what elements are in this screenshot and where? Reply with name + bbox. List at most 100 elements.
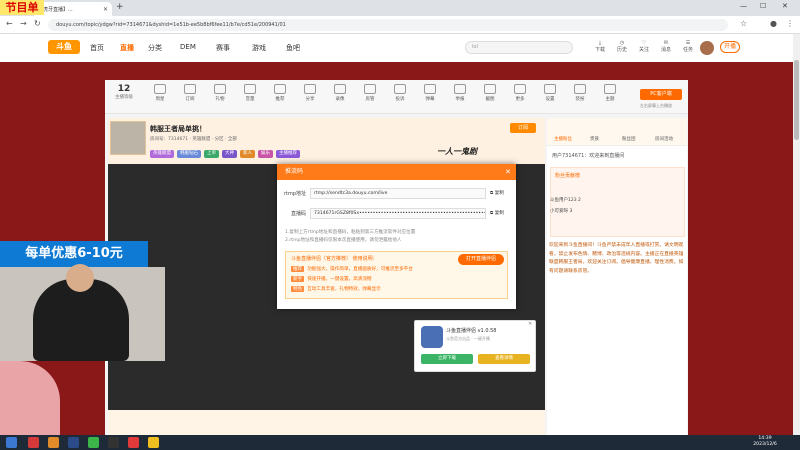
app-detail-button[interactable]: 查看详情 [478, 354, 530, 364]
url-field[interactable]: douyu.com/topic/ydgw?rid=7314671&dyshid=… [48, 19, 728, 31]
close-icon[interactable]: ✕ [505, 164, 511, 180]
room-tag[interactable]: 上单 [204, 150, 219, 158]
tab-fans[interactable]: 主播粉丝 [554, 136, 572, 142]
nav-dem[interactable]: DEM [180, 43, 196, 51]
pc-client-button[interactable]: PC客户端 [640, 89, 682, 100]
room-tag[interactable]: 娱乐 [258, 150, 273, 158]
nav-live[interactable]: 直播 [120, 43, 134, 53]
toolbar-icon [244, 84, 256, 94]
open-companion-button[interactable]: 打开直播伴侣 [458, 254, 504, 265]
download-app-button[interactable]: 立即下载 [421, 354, 473, 364]
app-icon [421, 326, 443, 348]
toolbar-item[interactable]: 房管 [356, 84, 384, 102]
nav-yuba[interactable]: 鱼吧 [286, 43, 300, 53]
user-avatar[interactable] [700, 41, 714, 55]
nav-games[interactable]: 游戏 [252, 43, 266, 53]
toolbar-item[interactable]: 装扮 [566, 84, 594, 102]
forward-icon[interactable]: → [20, 19, 27, 28]
toolbar-item[interactable]: 礼物 [206, 84, 234, 102]
modal-title: 推流码 [277, 164, 516, 180]
toolbar-icon [604, 84, 616, 94]
toolbar-item[interactable]: 投诉 [386, 84, 414, 102]
overlay-mark: 节目单 [0, 0, 44, 15]
back-icon[interactable]: ← [6, 19, 13, 28]
app-icon[interactable] [128, 437, 139, 448]
close-icon[interactable]: ✕ [528, 321, 532, 327]
room-tag[interactable]: 大神 [222, 150, 237, 158]
close-icon[interactable]: ✕ [103, 6, 108, 13]
tab-activity[interactable]: 房间活动 [655, 136, 673, 142]
toolbar-icon [274, 84, 286, 94]
toolbar-icon [484, 84, 496, 94]
toolbar-label: 设置 [545, 97, 555, 102]
toolbar-item[interactable]: 截图 [476, 84, 504, 102]
download-icon[interactable]: ⤓ 下载 [590, 40, 610, 53]
scrollbar-thumb[interactable] [794, 60, 799, 140]
nav-home[interactable]: 首页 [90, 43, 104, 53]
steam-icon[interactable] [68, 437, 79, 448]
copy-rtmp-button[interactable]: ⧉ 复制 [490, 190, 504, 196]
stream-key-field[interactable]: 7314671rGSZ8f0Sx••••••••••••••••••••••••… [310, 208, 486, 219]
toolbar-item[interactable]: 录像 [326, 84, 354, 102]
streamer-avatar[interactable] [110, 121, 146, 155]
minimize-icon[interactable]: — [740, 2, 747, 10]
menu-icon[interactable]: ⋮ [786, 19, 794, 28]
nav-esports[interactable]: 赛事 [216, 43, 230, 53]
chrome-icon[interactable] [148, 437, 159, 448]
site-logo[interactable]: 斗鱼 [48, 40, 80, 54]
copy-key-button[interactable]: ⧉ 复制 [490, 210, 504, 216]
follow-icon[interactable]: ♡ 关注 [634, 40, 654, 53]
app-icon[interactable] [28, 437, 39, 448]
maximize-icon[interactable]: ☐ [760, 2, 766, 10]
reload-icon[interactable]: ↻ [34, 19, 41, 28]
toolbar-icon [334, 84, 346, 94]
site-search-input[interactable]: lol [465, 41, 573, 54]
wechat-icon[interactable] [88, 437, 99, 448]
toolbar-item[interactable]: 举报 [446, 84, 474, 102]
task-icon[interactable]: ☰ 任务 [678, 40, 698, 53]
toolbar-item[interactable]: 更多 [506, 84, 534, 102]
app-icon[interactable] [48, 437, 59, 448]
room-tag[interactable]: 主播推荐 [276, 150, 300, 158]
toolbar-icon [364, 84, 376, 94]
toolbar-label: 推荐 [275, 97, 285, 102]
toolbar-item[interactable]: 主题 [596, 84, 624, 102]
toolbar-item[interactable]: 设置 [536, 84, 564, 102]
toolbar-item[interactable]: 订阅 [176, 84, 204, 102]
profile-icon[interactable]: ● [770, 19, 777, 28]
toolbar-item[interactable]: 弹幕 [416, 84, 444, 102]
subscribe-button[interactable]: 订阅 [510, 123, 536, 133]
go-live-button[interactable]: 开播 [720, 41, 740, 53]
history-icon[interactable]: ◷ 历史 [612, 40, 632, 53]
chat-message: 欢迎来到斗鱼直播间！斗鱼严禁未成年人直播或打赏。请文明观看，禁止发布色情、赌博、… [549, 243, 684, 274]
rtmp-field[interactable]: rtmp://sendtc3a.douyu.com/live [310, 188, 486, 199]
start-icon[interactable] [6, 437, 17, 448]
app-sub: 斗鱼官方出品 · 一键开播 [446, 336, 490, 341]
streamer-face [66, 264, 94, 292]
room-tag[interactable]: 韩服钻石 [177, 150, 201, 158]
rank-name[interactable]: 斗鱼用户123 [550, 198, 577, 203]
toolbar-item[interactable]: 音量 [236, 84, 264, 102]
browser-tab[interactable]: 【虎牙直播】... ✕ [34, 2, 112, 16]
toolbar-label: 截图 [485, 97, 495, 102]
sidebar-notice: 用户7314671：欢迎来到直播间 [552, 153, 625, 159]
toolbar-item[interactable]: 周星 [146, 84, 174, 102]
room-tag[interactable]: 英雄联盟 [150, 150, 174, 158]
extension-icon[interactable]: ☆ [740, 19, 747, 28]
rank-name[interactable]: 小可爱呀 [550, 209, 568, 214]
nav-category[interactable]: 分类 [148, 43, 162, 53]
tab-fanclub[interactable]: 粉丝团 [622, 136, 636, 142]
app-icon[interactable] [108, 437, 119, 448]
taskbar-clock[interactable]: 14:39 2023/12/6 [752, 436, 778, 448]
toolbar-icon [214, 84, 226, 94]
anchor-level[interactable]: 12 主播等级 [112, 84, 136, 100]
key-label: 直播码 [290, 211, 306, 217]
new-tab-button[interactable]: + [116, 2, 124, 12]
toolbar-icon [154, 84, 166, 94]
tab-noble[interactable]: 贵族 [590, 136, 599, 142]
close-window-icon[interactable]: ✕ [782, 2, 788, 10]
toolbar-item[interactable]: 分享 [296, 84, 324, 102]
room-tag[interactable]: 新人 [240, 150, 255, 158]
message-icon[interactable]: ✉ 消息 [656, 40, 676, 53]
toolbar-item[interactable]: 推荐 [266, 84, 294, 102]
